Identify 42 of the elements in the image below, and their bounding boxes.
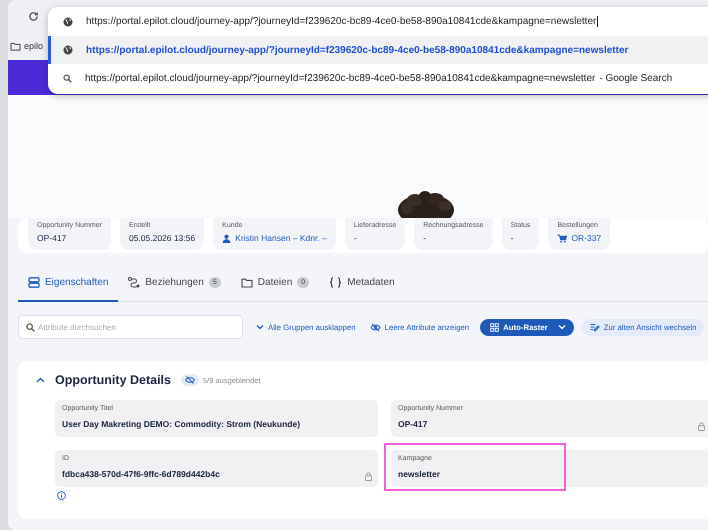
folder-icon (240, 278, 253, 288)
tab[interactable]: Metadaten (319, 265, 405, 302)
address-field[interactable]: https://portal.epilot.cloud/journey-app/?journeyId=f239620c-bc89-4ce0-be58-890a10841cde&kampagne=newsletter (86, 16, 598, 27)
nodes-icon (128, 277, 140, 288)
field-value: fdbca438-570d-47f6-9ffc-6d789d442b4c (62, 469, 221, 479)
info-icon[interactable] (57, 491, 66, 500)
braces-icon (329, 277, 342, 288)
folder-icon (10, 42, 21, 50)
person-icon (222, 234, 232, 242)
grid-icon (490, 322, 500, 332)
search-icon (26, 322, 35, 332)
chip-value[interactable]: OR-337 (571, 233, 602, 243)
search-field[interactable]: Attribute durchsuchen (18, 315, 243, 339)
suggestion-suffix: - Google Search (599, 72, 672, 84)
cart-icon (557, 234, 568, 242)
reload-icon[interactable] (28, 10, 39, 22)
caret-icon (558, 324, 566, 330)
search-icon (63, 74, 72, 82)
tab[interactable]: Eigenschaften (18, 265, 118, 302)
chip-value: - (423, 233, 426, 243)
globe-icon (63, 45, 73, 55)
suggestion-url: https://portal.epilot.cloud/journey-app/?journeyId=f239620c-bc89-4ce0-be58-890a10841cde&kampagne=newsletter (85, 72, 596, 84)
eye-off-icon (370, 322, 381, 332)
section-title: Opportunity Details (55, 373, 171, 387)
suggestion-item[interactable]: https://portal.epilot.cloud/journey-app/?journeyId=f239620c-bc89-4ce0-be58-890a10841cde&kampagne=newsletter (48, 36, 708, 64)
chip-value: - (510, 233, 514, 243)
stack-icon (28, 277, 40, 288)
field-value: OP-417 (398, 419, 428, 429)
bookmark-item[interactable]: epilo (24, 41, 44, 51)
chevron-down-icon (256, 324, 264, 330)
eye-off-icon (180, 374, 199, 386)
chevron-up-icon[interactable] (36, 377, 45, 383)
field-value: User Day Makreting DEMO: Commodity: Strom (Neukunde) (62, 419, 302, 429)
chip-value: - (354, 233, 357, 243)
suggestion-item[interactable]: https://portal.epilot.cloud/journey-app/?journeyId=f239620c-bc89-4ce0-be58-890a10841cde&kampagne=newsletter - Google Search (48, 64, 708, 92)
chip-value: 05.05.2026 13:56 (128, 233, 196, 243)
suggestion-url: https://portal.epilot.cloud/journey-app/?journeyId=f239620c-bc89-4ce0-be58-890a10841cde&kampagne=newsletter (86, 44, 628, 56)
globe-icon (63, 16, 73, 26)
chip-value: OP-417 (37, 233, 66, 243)
edit-icon (590, 322, 600, 332)
field-value: newsletter (398, 469, 442, 479)
chip-value[interactable]: Kristin Hansen – Kdnr. – (235, 233, 327, 243)
